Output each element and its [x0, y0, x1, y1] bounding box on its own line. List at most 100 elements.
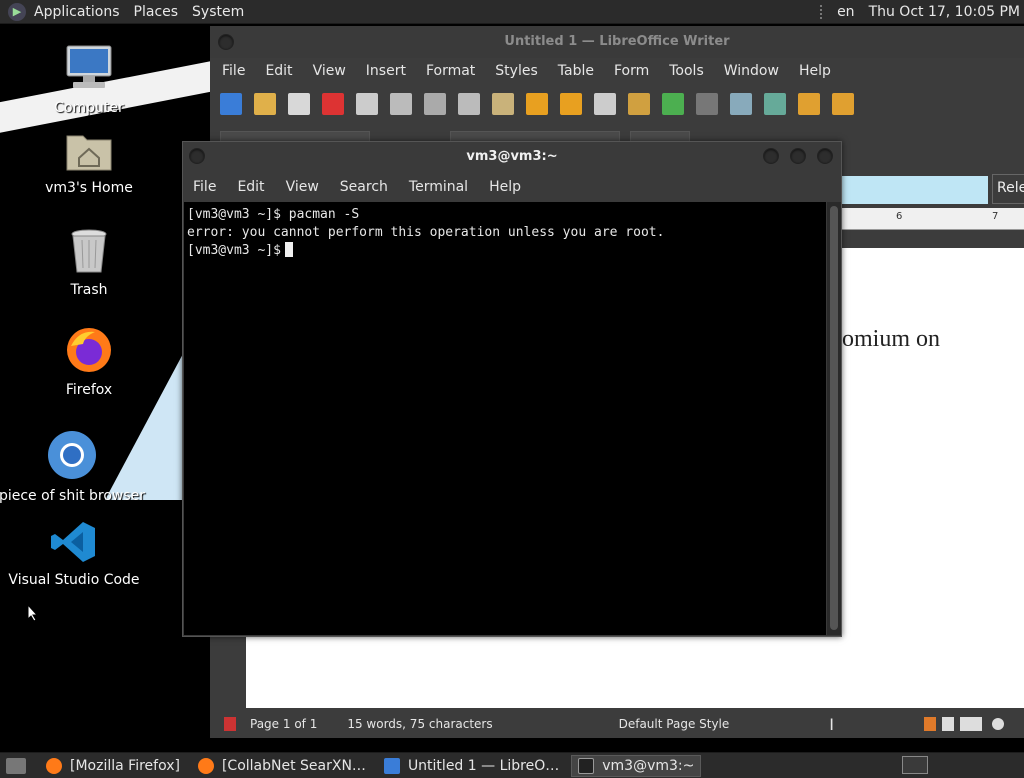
print-preview-icon[interactable]: [390, 93, 412, 115]
writer-menu-edit[interactable]: Edit: [265, 63, 292, 79]
terminal-window: vm3@vm3:~ File Edit View Search Terminal…: [182, 141, 842, 637]
book-view-icon[interactable]: [960, 717, 982, 731]
cut-icon[interactable]: [424, 93, 446, 115]
taskbar: [Mozilla Firefox] [CollabNet SearXN… Unt…: [0, 752, 1024, 778]
find-replace-icon[interactable]: [628, 93, 650, 115]
close-button[interactable]: [817, 148, 833, 164]
page-count[interactable]: Page 1 of 1: [250, 717, 317, 731]
document-text[interactable]: romium on: [834, 326, 940, 353]
open-folder-icon[interactable]: [254, 93, 276, 115]
undo-icon[interactable]: [560, 93, 582, 115]
menu-system[interactable]: System: [192, 4, 244, 20]
insert-image-icon[interactable]: [764, 93, 786, 115]
show-desktop-icon[interactable]: [6, 757, 26, 774]
firefox-icon: [67, 328, 111, 372]
scrollbar-thumb[interactable]: [830, 206, 838, 630]
desktop-icon-firefox[interactable]: Firefox: [14, 326, 164, 398]
new-document-icon[interactable]: [220, 93, 242, 115]
taskbar-item-writer[interactable]: Untitled 1 — LibreO…: [378, 755, 565, 777]
terminal-icon: [578, 757, 595, 774]
paste-icon[interactable]: [492, 93, 514, 115]
print-icon[interactable]: [356, 93, 378, 115]
panel-tray: en Thu Oct 17, 10:05 PM: [820, 0, 1020, 24]
terminal-line: error: you cannot perform this operation…: [187, 225, 665, 240]
terminal-menubar: File Edit View Search Terminal Help: [183, 172, 841, 201]
writer-menu-view[interactable]: View: [313, 63, 346, 79]
terminal-line: [vm3@vm3 ~]$ pacman -S: [187, 207, 360, 222]
word-count[interactable]: 15 words, 75 characters: [347, 717, 492, 731]
writer-titlebar[interactable]: Untitled 1 — LibreOffice Writer: [210, 26, 1024, 58]
insert-textbox-icon[interactable]: [832, 93, 854, 115]
writer-menu-file[interactable]: File: [222, 63, 245, 79]
minimize-button[interactable]: [763, 148, 779, 164]
home-folder-icon: [66, 135, 112, 171]
terminal-menu-search[interactable]: Search: [340, 179, 388, 195]
export-pdf-icon[interactable]: [322, 93, 344, 115]
taskbar-item-searxng[interactable]: [CollabNet SearXN…: [192, 755, 372, 777]
distro-logo-icon[interactable]: ▶: [8, 2, 26, 21]
desktop-icon-label: Trash: [70, 282, 108, 298]
save-icon[interactable]: [288, 93, 310, 115]
writer-menu-form[interactable]: Form: [614, 63, 649, 79]
firefox-icon: [46, 757, 62, 774]
page-style[interactable]: Default Page Style: [619, 717, 730, 731]
insert-mode-icon[interactable]: I: [829, 715, 834, 734]
menu-places[interactable]: Places: [134, 4, 179, 20]
keyboard-layout-indicator[interactable]: en: [837, 4, 855, 20]
taskbar-item-firefox[interactable]: [Mozilla Firefox]: [40, 755, 186, 777]
writer-menu-insert[interactable]: Insert: [366, 63, 406, 79]
desktop-icon-label: Visual Studio Code: [8, 572, 140, 588]
computer-icon: [66, 45, 112, 88]
maximize-button[interactable]: [790, 148, 806, 164]
taskbar-item-label: vm3@vm3:~: [602, 757, 695, 774]
terminal-menu-file[interactable]: File: [193, 179, 216, 195]
writer-menu-format[interactable]: Format: [426, 63, 475, 79]
panel-handle[interactable]: [820, 5, 823, 19]
multi-page-view-icon[interactable]: [942, 717, 954, 731]
desktop-icon-computer[interactable]: Computer: [14, 44, 164, 116]
clock[interactable]: Thu Oct 17, 10:05 PM: [869, 4, 1020, 20]
vscode-icon: [51, 522, 95, 562]
taskbar-item-label: [CollabNet SearXN…: [221, 757, 366, 774]
writer-menu-window[interactable]: Window: [724, 63, 779, 79]
insert-table-icon[interactable]: [730, 93, 752, 115]
document-modified-icon: [224, 717, 236, 731]
writer-menu-table[interactable]: Table: [558, 63, 594, 79]
terminal-titlebar[interactable]: vm3@vm3:~: [183, 142, 841, 172]
taskbar-item-terminal[interactable]: vm3@vm3:~: [571, 754, 702, 777]
writer-menu-styles[interactable]: Styles: [495, 63, 537, 79]
writer-menu-help[interactable]: Help: [799, 63, 831, 79]
terminal-screen[interactable]: [vm3@vm3 ~]$ pacman -S error: you cannot…: [184, 202, 826, 635]
clone-formatting-icon[interactable]: [526, 93, 548, 115]
desktop-icon-vscode[interactable]: Visual Studio Code: [0, 520, 148, 588]
desktop-icon-chromium[interactable]: piece of shit browser: [0, 430, 147, 504]
horizontal-ruler[interactable]: 6 7: [840, 208, 1024, 230]
spelling-icon[interactable]: [662, 93, 684, 115]
desktop-icon-home[interactable]: vm3's Home: [14, 128, 164, 196]
desktop-icon-label: Computer: [54, 100, 124, 116]
zoom-out-icon[interactable]: [992, 718, 1004, 730]
firefox-icon: [197, 757, 214, 774]
insert-chart-icon[interactable]: [798, 93, 820, 115]
workspace-switcher[interactable]: [902, 756, 928, 774]
desktop-icon-label: Firefox: [65, 382, 113, 398]
formatting-marks-icon[interactable]: [696, 93, 718, 115]
terminal-menu-terminal[interactable]: Terminal: [409, 179, 468, 195]
terminal-scrollbar[interactable]: [827, 202, 841, 635]
copy-icon[interactable]: [458, 93, 480, 115]
writer-menu-tools[interactable]: Tools: [669, 63, 704, 79]
writer-standard-toolbar: [210, 84, 1024, 124]
terminal-menu-help[interactable]: Help: [489, 179, 521, 195]
redo-icon[interactable]: [594, 93, 616, 115]
terminal-menu-view[interactable]: View: [286, 179, 319, 195]
find-toolbar-button[interactable]: Rele: [992, 174, 1024, 204]
mouse-pointer-icon: [27, 604, 39, 622]
find-toolbar-input[interactable]: [840, 176, 988, 204]
ruler-mark: 6: [896, 211, 903, 222]
taskbar-item-label: [Mozilla Firefox]: [70, 757, 180, 774]
view-layout-icon[interactable]: [924, 717, 936, 731]
menu-applications[interactable]: Applications: [34, 4, 120, 20]
trash-icon: [71, 229, 107, 273]
terminal-menu-edit[interactable]: Edit: [237, 179, 264, 195]
desktop-icon-trash[interactable]: Trash: [14, 228, 164, 298]
